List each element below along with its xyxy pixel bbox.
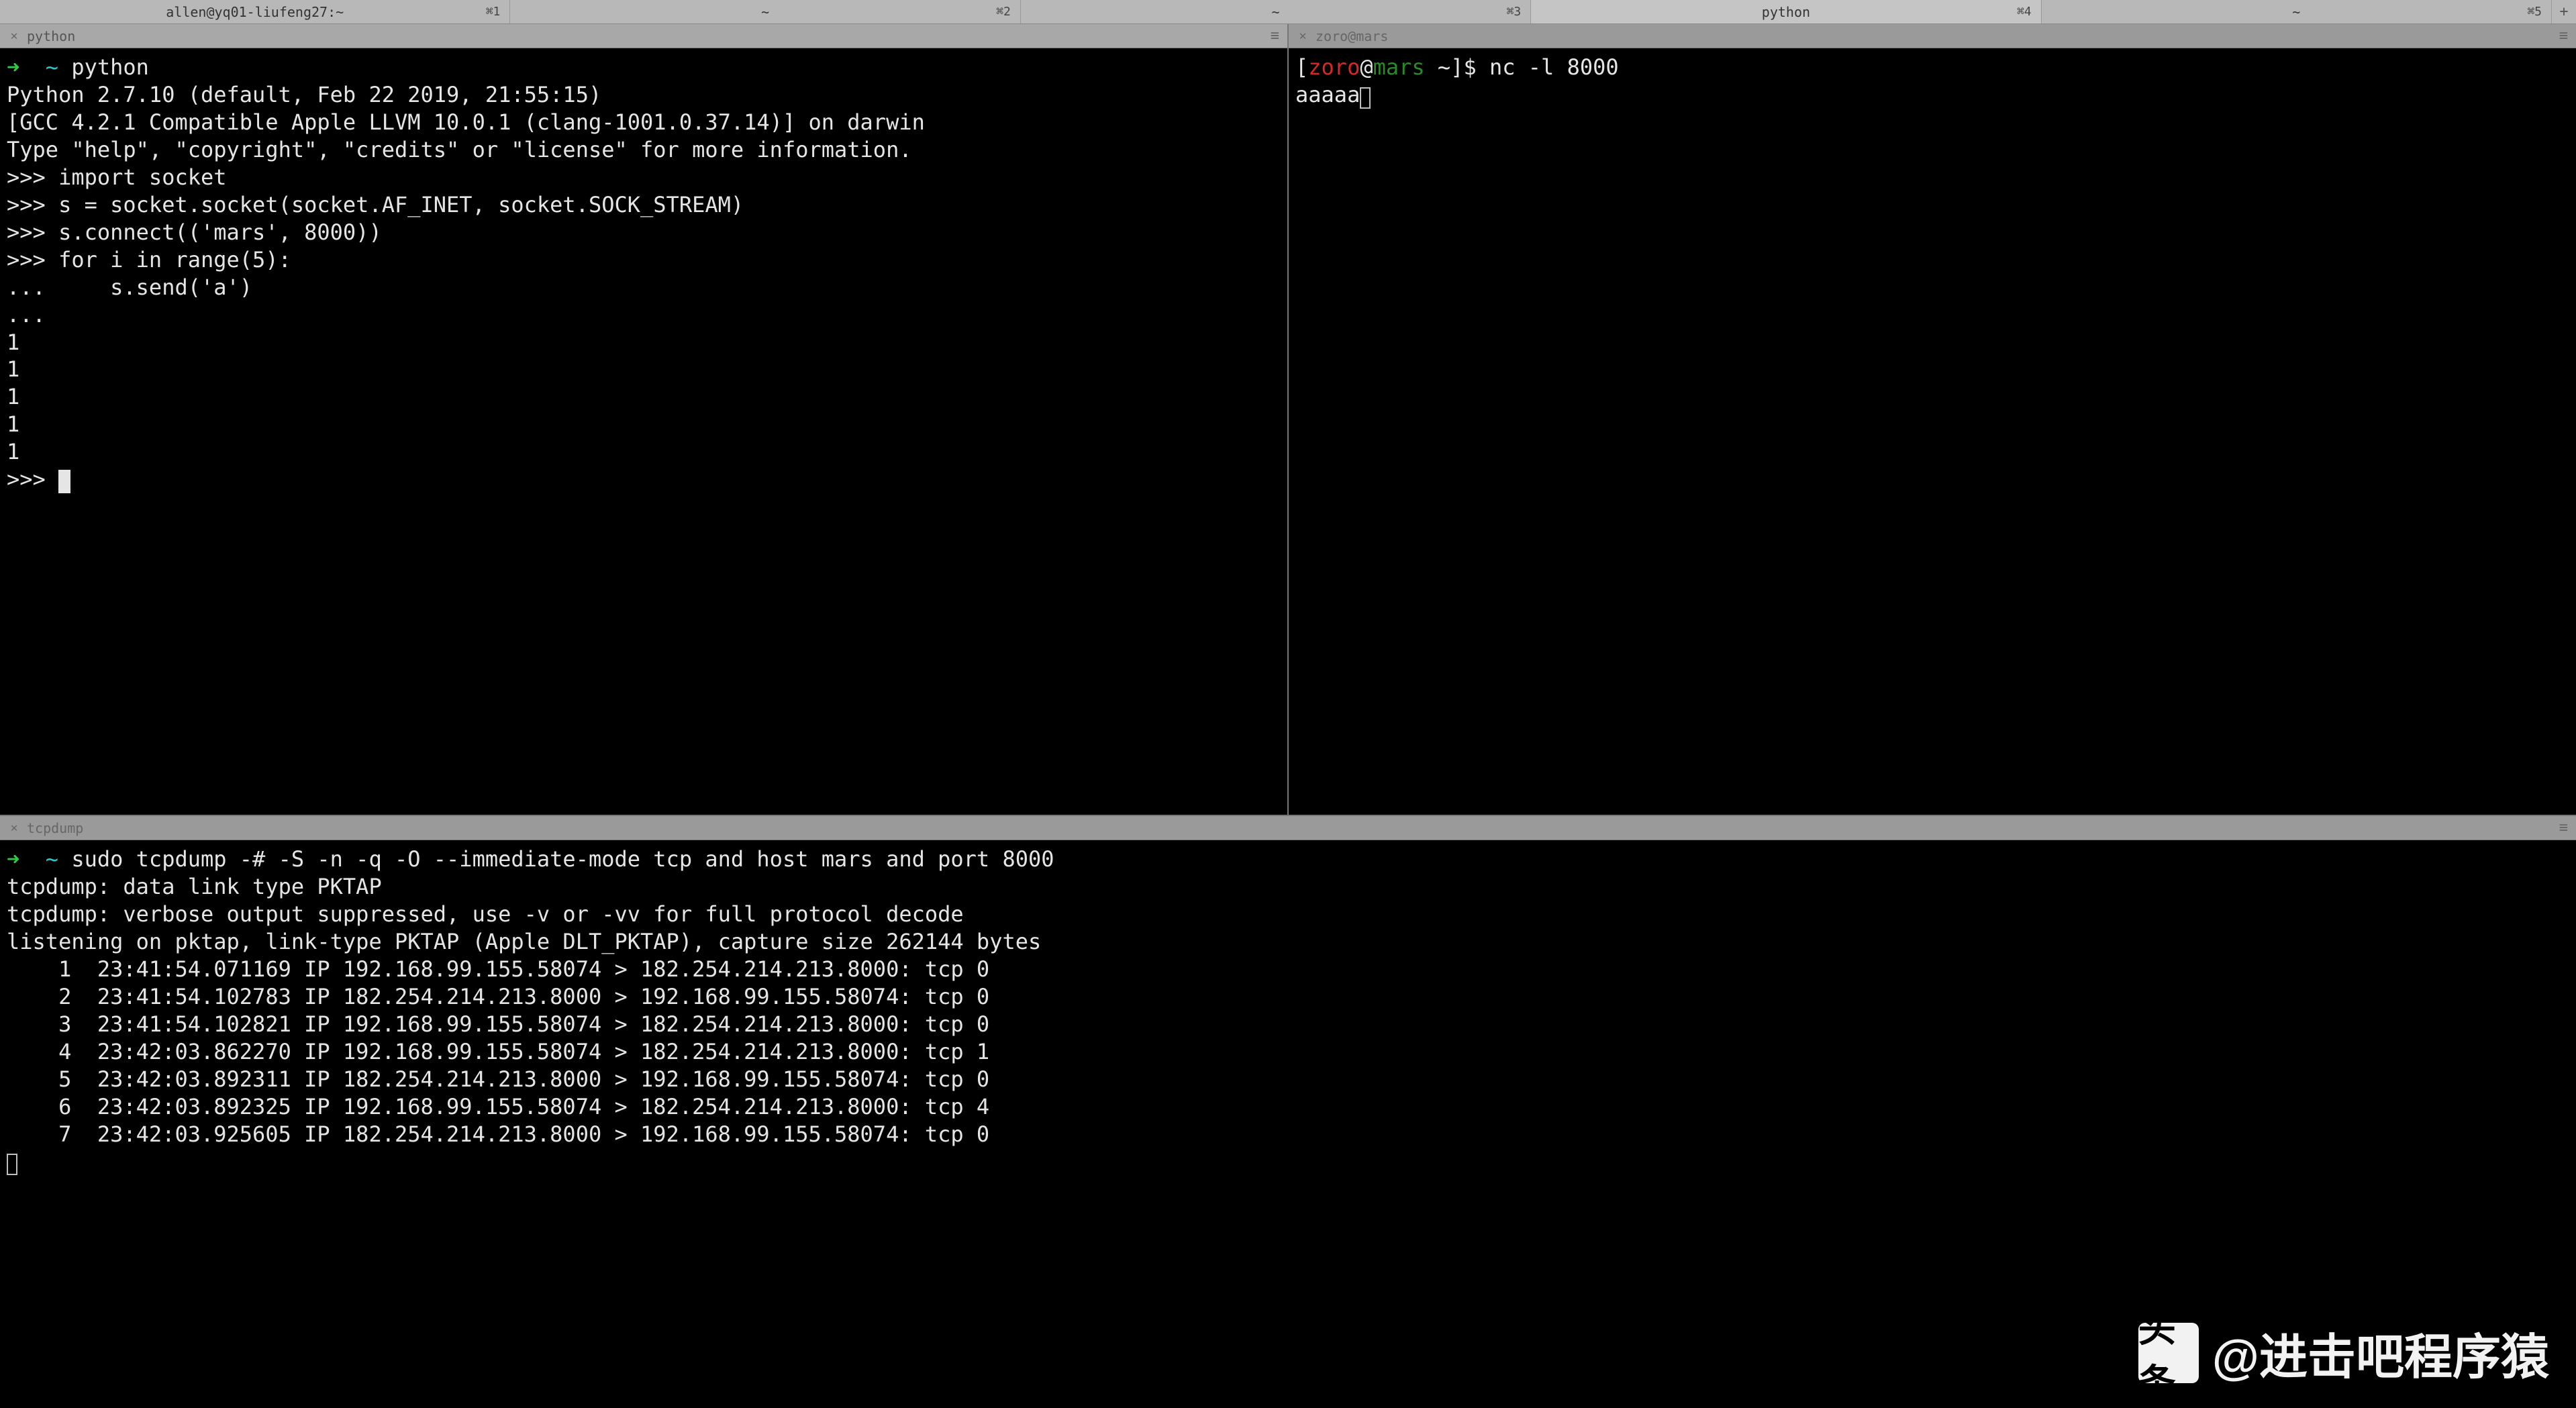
cursor	[58, 470, 70, 493]
pane-left-title: python	[27, 28, 75, 44]
hamburger-icon[interactable]: ≡	[1271, 28, 1281, 44]
tab-shortcut: ⌘1	[486, 5, 501, 19]
watermark-logo: 头条	[2138, 1323, 2199, 1383]
tab-shortcut: ⌘4	[2017, 5, 2032, 19]
tab-label: ~	[761, 4, 769, 20]
workspace: ✕ python ≡ ➜ ~ python Python 2.7.10 (def…	[0, 24, 2576, 1408]
window-tab-3[interactable]: ~ ⌘3	[1021, 0, 1531, 23]
window-tab-bar: allen@yq01-liufeng27:~ ⌘1 ~ ⌘2 ~ ⌘3 python ⌘4 ~ ⌘…	[0, 0, 2576, 24]
window-tab-5[interactable]: ~ ⌘5	[2042, 0, 2552, 23]
tab-shortcut: ⌘5	[2527, 5, 2542, 19]
watermark-logo-text: 头条	[2138, 1299, 2199, 1407]
watermark-handle: @进击吧程序猿	[2212, 1317, 2549, 1388]
pane-right-title: zoro@mars	[1316, 28, 1388, 44]
pane-bottom-title: tcpdump	[27, 820, 83, 836]
close-icon[interactable]: ✕	[7, 29, 21, 43]
close-icon[interactable]: ✕	[7, 821, 21, 835]
tab-label: ~	[1271, 4, 1279, 20]
close-icon[interactable]: ✕	[1295, 29, 1310, 43]
tab-shortcut: ⌘3	[1507, 5, 1522, 19]
window-tab-4[interactable]: python ⌘4	[1531, 0, 2041, 23]
cursor	[7, 1154, 17, 1175]
tab-label: python	[1762, 4, 1810, 20]
window-tab-1[interactable]: allen@yq01-liufeng27:~ ⌘1	[0, 0, 510, 23]
upper-split: ✕ python ≡ ➜ ~ python Python 2.7.10 (def…	[0, 24, 2576, 816]
hamburger-icon[interactable]: ≡	[2559, 28, 2569, 44]
terminal-left[interactable]: ➜ ~ python Python 2.7.10 (default, Feb 2…	[0, 48, 1287, 815]
watermark: 头条 @进击吧程序猿	[2138, 1317, 2549, 1388]
pane-right-titlebar[interactable]: ✕ zoro@mars ≡	[1289, 24, 2576, 48]
window-tab-2[interactable]: ~ ⌘2	[510, 0, 1020, 23]
pane-left-titlebar[interactable]: ✕ python ≡	[0, 24, 1287, 48]
new-tab-button[interactable]: +	[2552, 0, 2576, 23]
cursor	[1360, 87, 1371, 109]
tab-label: ~	[2292, 4, 2300, 20]
app-root: allen@yq01-liufeng27:~ ⌘1 ~ ⌘2 ~ ⌘3 python ⌘4 ~ ⌘…	[0, 0, 2576, 1408]
tab-shortcut: ⌘2	[996, 5, 1011, 19]
pane-left[interactable]: ✕ python ≡ ➜ ~ python Python 2.7.10 (def…	[0, 24, 1289, 815]
pane-bottom-titlebar[interactable]: ✕ tcpdump ≡	[0, 816, 2576, 840]
pane-right[interactable]: ✕ zoro@mars ≡ [zoro@mars ~]$ nc -l 8000 …	[1289, 24, 2576, 815]
tab-label: allen@yq01-liufeng27:~	[166, 4, 344, 20]
hamburger-icon[interactable]: ≡	[2559, 819, 2569, 836]
terminal-right[interactable]: [zoro@mars ~]$ nc -l 8000 aaaaa	[1289, 48, 2576, 815]
